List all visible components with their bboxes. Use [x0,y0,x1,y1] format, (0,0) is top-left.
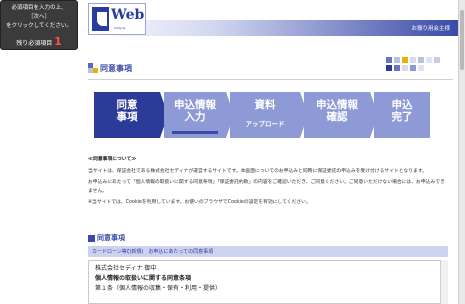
logo-text: Web [111,7,145,23]
remaining-required-row: 残り必須項目 1 [1,35,77,48]
notice-line-3: をクリックしてください。 [6,23,72,29]
header-bar-text: お振り用会主様 [411,26,450,32]
page-title: 同意事項 [100,64,132,73]
consent-title-text: 同意事項 [97,234,125,242]
consent-subheader: カードローン等ζ(新規) お申込にあたっての同意事項 [88,246,448,257]
remaining-required-count: 1 [54,35,62,48]
logo-subtext: Cedyna [114,26,126,30]
consent-line-3: 第１条（個人情報の収集・保有・利用・提供） [95,285,222,292]
step-application-confirm: 申込情報 確認 [304,92,370,138]
step-confirm-line1: 申込情報 [316,99,358,111]
notice-line-2: ［次へ］ [27,14,50,20]
logo-mark-icon [92,7,109,31]
main-page: Web Cedyna お振り用会主様 同意事項 同意 事項 申込情報 入力 資料… [80,0,458,304]
decorative-squares-icon [386,57,450,75]
step-application-input: 申込情報 入力 [164,92,226,138]
page-scrollbar[interactable] [458,0,465,304]
intro-paragraph-1: 当サイトは、保証会社である株式会社セディナが運営するサイトです。本画面についての… [88,168,427,174]
consent-terms-box[interactable]: 株式会社セディナ 御中 個人情報の取扱いに関する同意条項 第１条（個人情報の収集… [88,260,448,304]
consent-line-2: 個人情報の取扱いに関する同意条項 [95,275,192,282]
step-consent-line2: 事項 [116,111,138,123]
step-document-upload: 資料 アップロード [230,92,300,138]
title-square-icon-3 [93,68,98,73]
intro-paragraph-3: ※当サイトでは、Cookieを利用しています。お使いのブラウザでCookieの設… [88,200,311,205]
intro-heading: ≪同意事項について≫ [88,157,137,162]
step-indicator: 同意 事項 申込情報 入力 資料 アップロード 申込情報 確認 申込 完了 [94,92,450,138]
consent-line-1: 株式会社セディナ 御中 [95,265,157,272]
step-upload-sub: アップロード [245,120,285,128]
notice-line-1: 必須項目を入力の上、 [11,5,67,11]
site-logo[interactable]: Web Cedyna [88,3,146,35]
step-consent: 同意 事項 [94,92,160,138]
consent-section-title: 同意事項 [88,233,125,243]
step-confirm-line2: 確認 [326,111,348,123]
consent-scrollbar[interactable] [440,260,448,304]
step-input-line1: 申込情報 [174,99,216,111]
remaining-required-label: 残り必須項目 [16,40,53,47]
site-header: Web Cedyna お振り用会主様 [80,0,458,40]
step-application-complete: 申込 完了 [374,92,430,138]
intro-text: ≪同意事項について≫ 当サイトは、保証会社である株式会社セディナが運営するサイト… [88,156,448,211]
step-input-line2: 入力 [184,111,206,123]
consent-title-square-icon [88,234,95,242]
step-consent-line1: 同意 [116,99,138,111]
step-complete-line1: 申込 [391,99,413,111]
step-progress-bar [172,131,218,134]
page-scrollbar-thumb[interactable] [460,10,464,70]
intro-paragraph-2: お申込みにあたって「個人情報の取扱いに関する同意条項」「保証委託約款」の内容をご… [88,180,445,194]
step-upload-line1: 資料 [254,99,276,111]
required-fields-notice: 必須項目を入力の上、 ［次へ］ をクリックしてください。 残り必須項目 1 [0,0,78,50]
step-complete-line2: 完了 [391,111,413,123]
